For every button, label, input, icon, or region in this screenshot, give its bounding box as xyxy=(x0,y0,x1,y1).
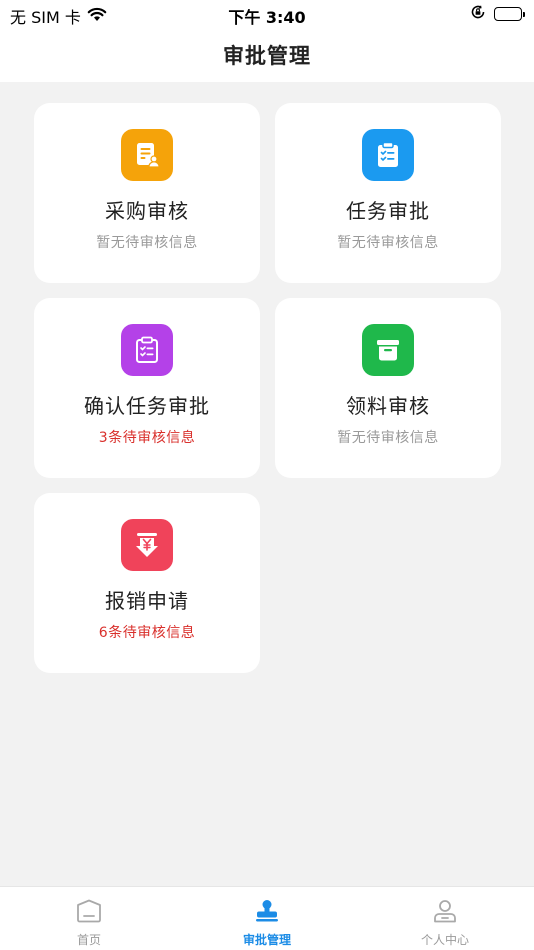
card-status: 6条待审核信息 xyxy=(98,625,196,641)
tab-label: 首页 xyxy=(76,933,101,947)
app-screen: 无 SIM 卡 下午 3:40 审批管理 采购审核 暂无待审核信息 任务审批 暂… xyxy=(0,0,534,950)
tab-profile[interactable]: 个人中心 xyxy=(356,887,534,950)
status-bar: 无 SIM 卡 下午 3:40 xyxy=(0,0,534,28)
battery-icon xyxy=(494,7,525,21)
card-title: 确认任务审批 xyxy=(84,394,210,418)
confirm-checklist-icon xyxy=(121,324,173,376)
card-title: 任务审批 xyxy=(346,199,430,223)
card-status: 暂无待审核信息 xyxy=(337,235,439,251)
card-title: 报销申请 xyxy=(105,589,189,613)
home-icon xyxy=(76,899,102,927)
nav-bar: 审批管理 xyxy=(0,28,534,82)
profile-icon xyxy=(432,899,458,927)
card-confirm-task-approval[interactable]: 确认任务审批 3条待审核信息 xyxy=(34,298,260,478)
purchase-document-icon xyxy=(121,129,173,181)
tab-label: 审批管理 xyxy=(242,933,291,947)
rotation-lock-icon xyxy=(470,4,486,24)
card-title: 采购审核 xyxy=(105,199,189,223)
card-status: 3条待审核信息 xyxy=(98,430,196,446)
material-box-icon xyxy=(362,324,414,376)
reimbursement-yen-icon xyxy=(121,519,173,571)
page-title: 审批管理 xyxy=(223,44,311,68)
approval-stamp-icon xyxy=(254,899,280,927)
tab-home[interactable]: 首页 xyxy=(0,887,178,950)
card-material-review[interactable]: 领料审核 暂无待审核信息 xyxy=(275,298,501,478)
card-status: 暂无待审核信息 xyxy=(96,235,198,251)
tab-approval[interactable]: 审批管理 xyxy=(178,887,356,950)
tab-bar: 首页 审批管理 个人中心 xyxy=(0,886,534,950)
card-purchase-review[interactable]: 采购审核 暂无待审核信息 xyxy=(34,103,260,283)
card-status: 暂无待审核信息 xyxy=(337,430,439,446)
card-title: 领料审核 xyxy=(346,394,430,418)
tab-label: 个人中心 xyxy=(420,933,469,947)
card-reimbursement[interactable]: 报销申请 6条待审核信息 xyxy=(34,493,260,673)
task-clipboard-icon xyxy=(362,129,414,181)
card-task-approval[interactable]: 任务审批 暂无待审核信息 xyxy=(275,103,501,283)
status-right xyxy=(470,4,525,24)
status-time: 下午 3:40 xyxy=(228,8,306,27)
